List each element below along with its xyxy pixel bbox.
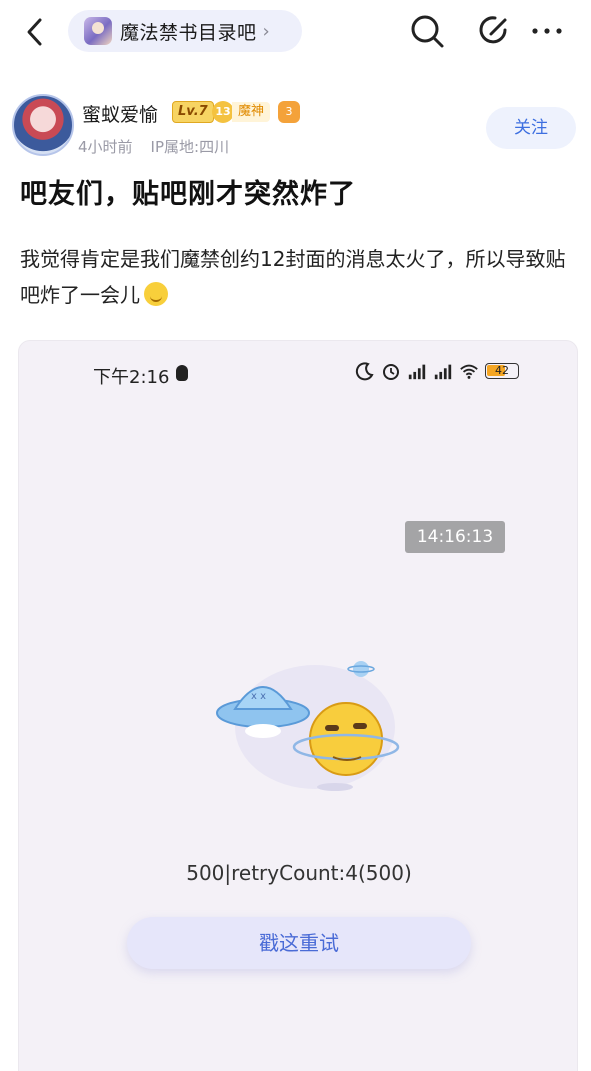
post-body-text: 我觉得肯定是我们魔禁创约12封面的消息太火了，所以导致贴吧炸了一会儿	[20, 247, 566, 307]
search-icon[interactable]	[408, 12, 446, 50]
rank-gem-icon: 13	[212, 101, 234, 123]
smile-emoji-icon	[144, 282, 168, 306]
top-bar: 魔法禁书目录吧 ›	[0, 0, 591, 64]
post-meta: 4小时前 IP属地:四川	[78, 136, 229, 157]
error-message: 500|retryCount:4(500)	[186, 861, 412, 885]
post-body: 我觉得肯定是我们魔禁创约12封面的消息太火了，所以导致贴吧炸了一会儿	[20, 241, 580, 313]
author-avatar[interactable]	[12, 94, 74, 156]
message-timestamp: 14:16:13	[405, 521, 505, 553]
status-bar-icons: 42	[355, 361, 519, 381]
qq-icon	[176, 365, 188, 381]
post-time: 4小时前	[78, 138, 133, 156]
battery-icon: 42	[485, 363, 519, 379]
svg-text:x x: x x	[251, 691, 266, 702]
fan-badge-icon: 3	[278, 101, 300, 123]
forum-name: 魔法禁书目录吧	[120, 21, 257, 44]
more-icon[interactable]	[528, 12, 566, 50]
forum-avatar	[84, 17, 112, 45]
retry-button[interactable]: 戳这重试	[127, 917, 471, 969]
ip-location: IP属地:四川	[150, 138, 230, 156]
rank-title: 魔神	[232, 102, 271, 122]
error-illustration-icon: x x	[216, 661, 400, 791]
signal-icon	[408, 364, 426, 380]
chevron-right-icon: ›	[262, 20, 270, 42]
moon-icon	[355, 362, 374, 381]
battery-level: 42	[495, 364, 509, 377]
post-image[interactable]: 下午2:16 42 14:16:13 x x 500|retryCount:4(…	[18, 340, 578, 1071]
signal-icon-2	[434, 364, 452, 380]
rank-badge: 13 魔神	[212, 100, 271, 124]
edit-icon[interactable]	[475, 12, 513, 50]
status-bar-time: 下午2:16	[93, 367, 170, 388]
wifi-icon	[460, 364, 478, 379]
author-name[interactable]: 蜜蚁爱愉	[82, 100, 158, 127]
forum-entry-button[interactable]: 魔法禁书目录吧 ›	[68, 10, 302, 52]
post-title: 吧友们，贴吧刚才突然炸了	[20, 179, 356, 210]
follow-button[interactable]: 关注	[486, 107, 576, 149]
level-badge: Lv.7	[172, 101, 214, 123]
back-icon[interactable]	[20, 14, 52, 50]
alarm-icon	[383, 364, 399, 380]
